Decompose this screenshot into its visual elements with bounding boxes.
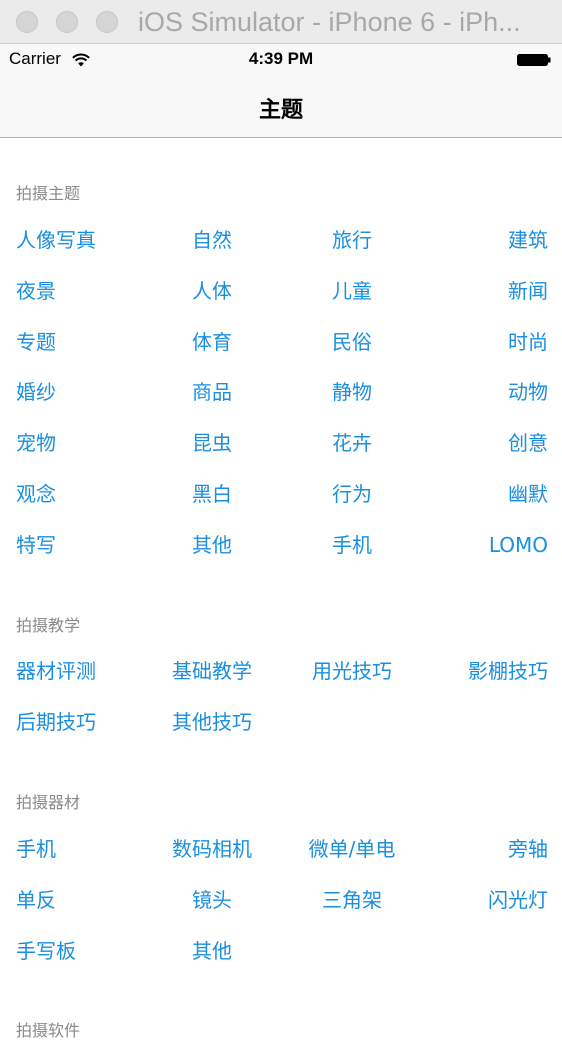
theme-item[interactable]: 儿童 [306, 278, 398, 304]
equipment-item[interactable]: 旁轴 [508, 836, 548, 862]
status-bar: Carrier 4:39 PM [0, 44, 562, 74]
theme-item[interactable]: 新闻 [508, 278, 548, 304]
equipment-item[interactable]: 手写板 [16, 938, 76, 964]
battery-icon [517, 54, 551, 66]
theme-item[interactable]: 创意 [508, 430, 548, 456]
close-window-button[interactable] [16, 11, 38, 33]
section-header-shooting-themes: 拍摄主题 [16, 184, 81, 203]
theme-item[interactable]: 专题 [16, 329, 56, 355]
equipment-item[interactable]: 镜头 [168, 887, 256, 913]
tutorial-item[interactable]: 后期技巧 [16, 709, 96, 735]
theme-item[interactable]: 夜景 [16, 278, 56, 304]
theme-item[interactable]: 时尚 [508, 329, 548, 355]
tutorial-item[interactable]: 用光技巧 [306, 658, 398, 684]
status-time: 4:39 PM [248, 49, 314, 68]
theme-item[interactable]: 自然 [168, 227, 256, 253]
section-header-shooting-equipment: 拍摄器材 [16, 793, 81, 812]
equipment-item[interactable]: 手机 [16, 836, 56, 862]
window-title: iOS Simulator - iPhone 6 - iPh... [138, 7, 521, 37]
theme-item[interactable]: 旅行 [306, 227, 398, 253]
theme-item[interactable]: 人像写真 [16, 227, 96, 253]
theme-item[interactable]: 手机 [306, 532, 398, 558]
navigation-bar: 主题 [0, 74, 562, 138]
theme-item[interactable]: 建筑 [508, 227, 548, 253]
theme-item[interactable]: 静物 [306, 379, 398, 405]
theme-item[interactable]: 花卉 [306, 430, 398, 456]
tutorial-item[interactable]: 影棚技巧 [468, 658, 548, 684]
tutorial-item[interactable]: 基础教学 [168, 658, 256, 684]
equipment-item[interactable]: 微单/单电 [306, 836, 398, 862]
section-header-shooting-software: 拍摄软件 [16, 1021, 81, 1040]
minimize-window-button[interactable] [56, 11, 78, 33]
page-title: 主题 [258, 98, 303, 123]
theme-item[interactable]: 宠物 [16, 430, 56, 456]
equipment-item[interactable]: 单反 [16, 887, 56, 913]
theme-item[interactable]: 动物 [508, 379, 548, 405]
simulator-title-bar: iOS Simulator - iPhone 6 - iPh... [0, 0, 562, 44]
section-header-shooting-tutorials: 拍摄教学 [16, 616, 81, 635]
theme-item[interactable]: 特写 [16, 532, 56, 558]
theme-item[interactable]: 民俗 [306, 329, 398, 355]
theme-item[interactable]: LOMO [489, 532, 548, 558]
equipment-item[interactable]: 闪光灯 [488, 887, 548, 913]
theme-item[interactable]: 商品 [168, 379, 256, 405]
zoom-window-button[interactable] [96, 11, 118, 33]
theme-item[interactable]: 行为 [306, 481, 398, 507]
equipment-item[interactable]: 三角架 [306, 887, 398, 913]
theme-item[interactable]: 观念 [16, 481, 56, 507]
theme-item[interactable]: 体育 [168, 329, 256, 355]
theme-item[interactable]: 其他 [168, 532, 256, 558]
equipment-item[interactable]: 数码相机 [168, 836, 256, 862]
theme-item[interactable]: 人体 [168, 278, 256, 304]
theme-item[interactable]: 黑白 [168, 481, 256, 507]
tutorial-item[interactable]: 器材评测 [16, 658, 96, 684]
theme-item[interactable]: 昆虫 [168, 430, 256, 456]
equipment-item[interactable]: 其他 [168, 938, 256, 964]
tutorial-item[interactable]: 其他技巧 [168, 709, 256, 735]
theme-item[interactable]: 婚纱 [16, 379, 56, 405]
theme-item[interactable]: 幽默 [508, 481, 548, 507]
